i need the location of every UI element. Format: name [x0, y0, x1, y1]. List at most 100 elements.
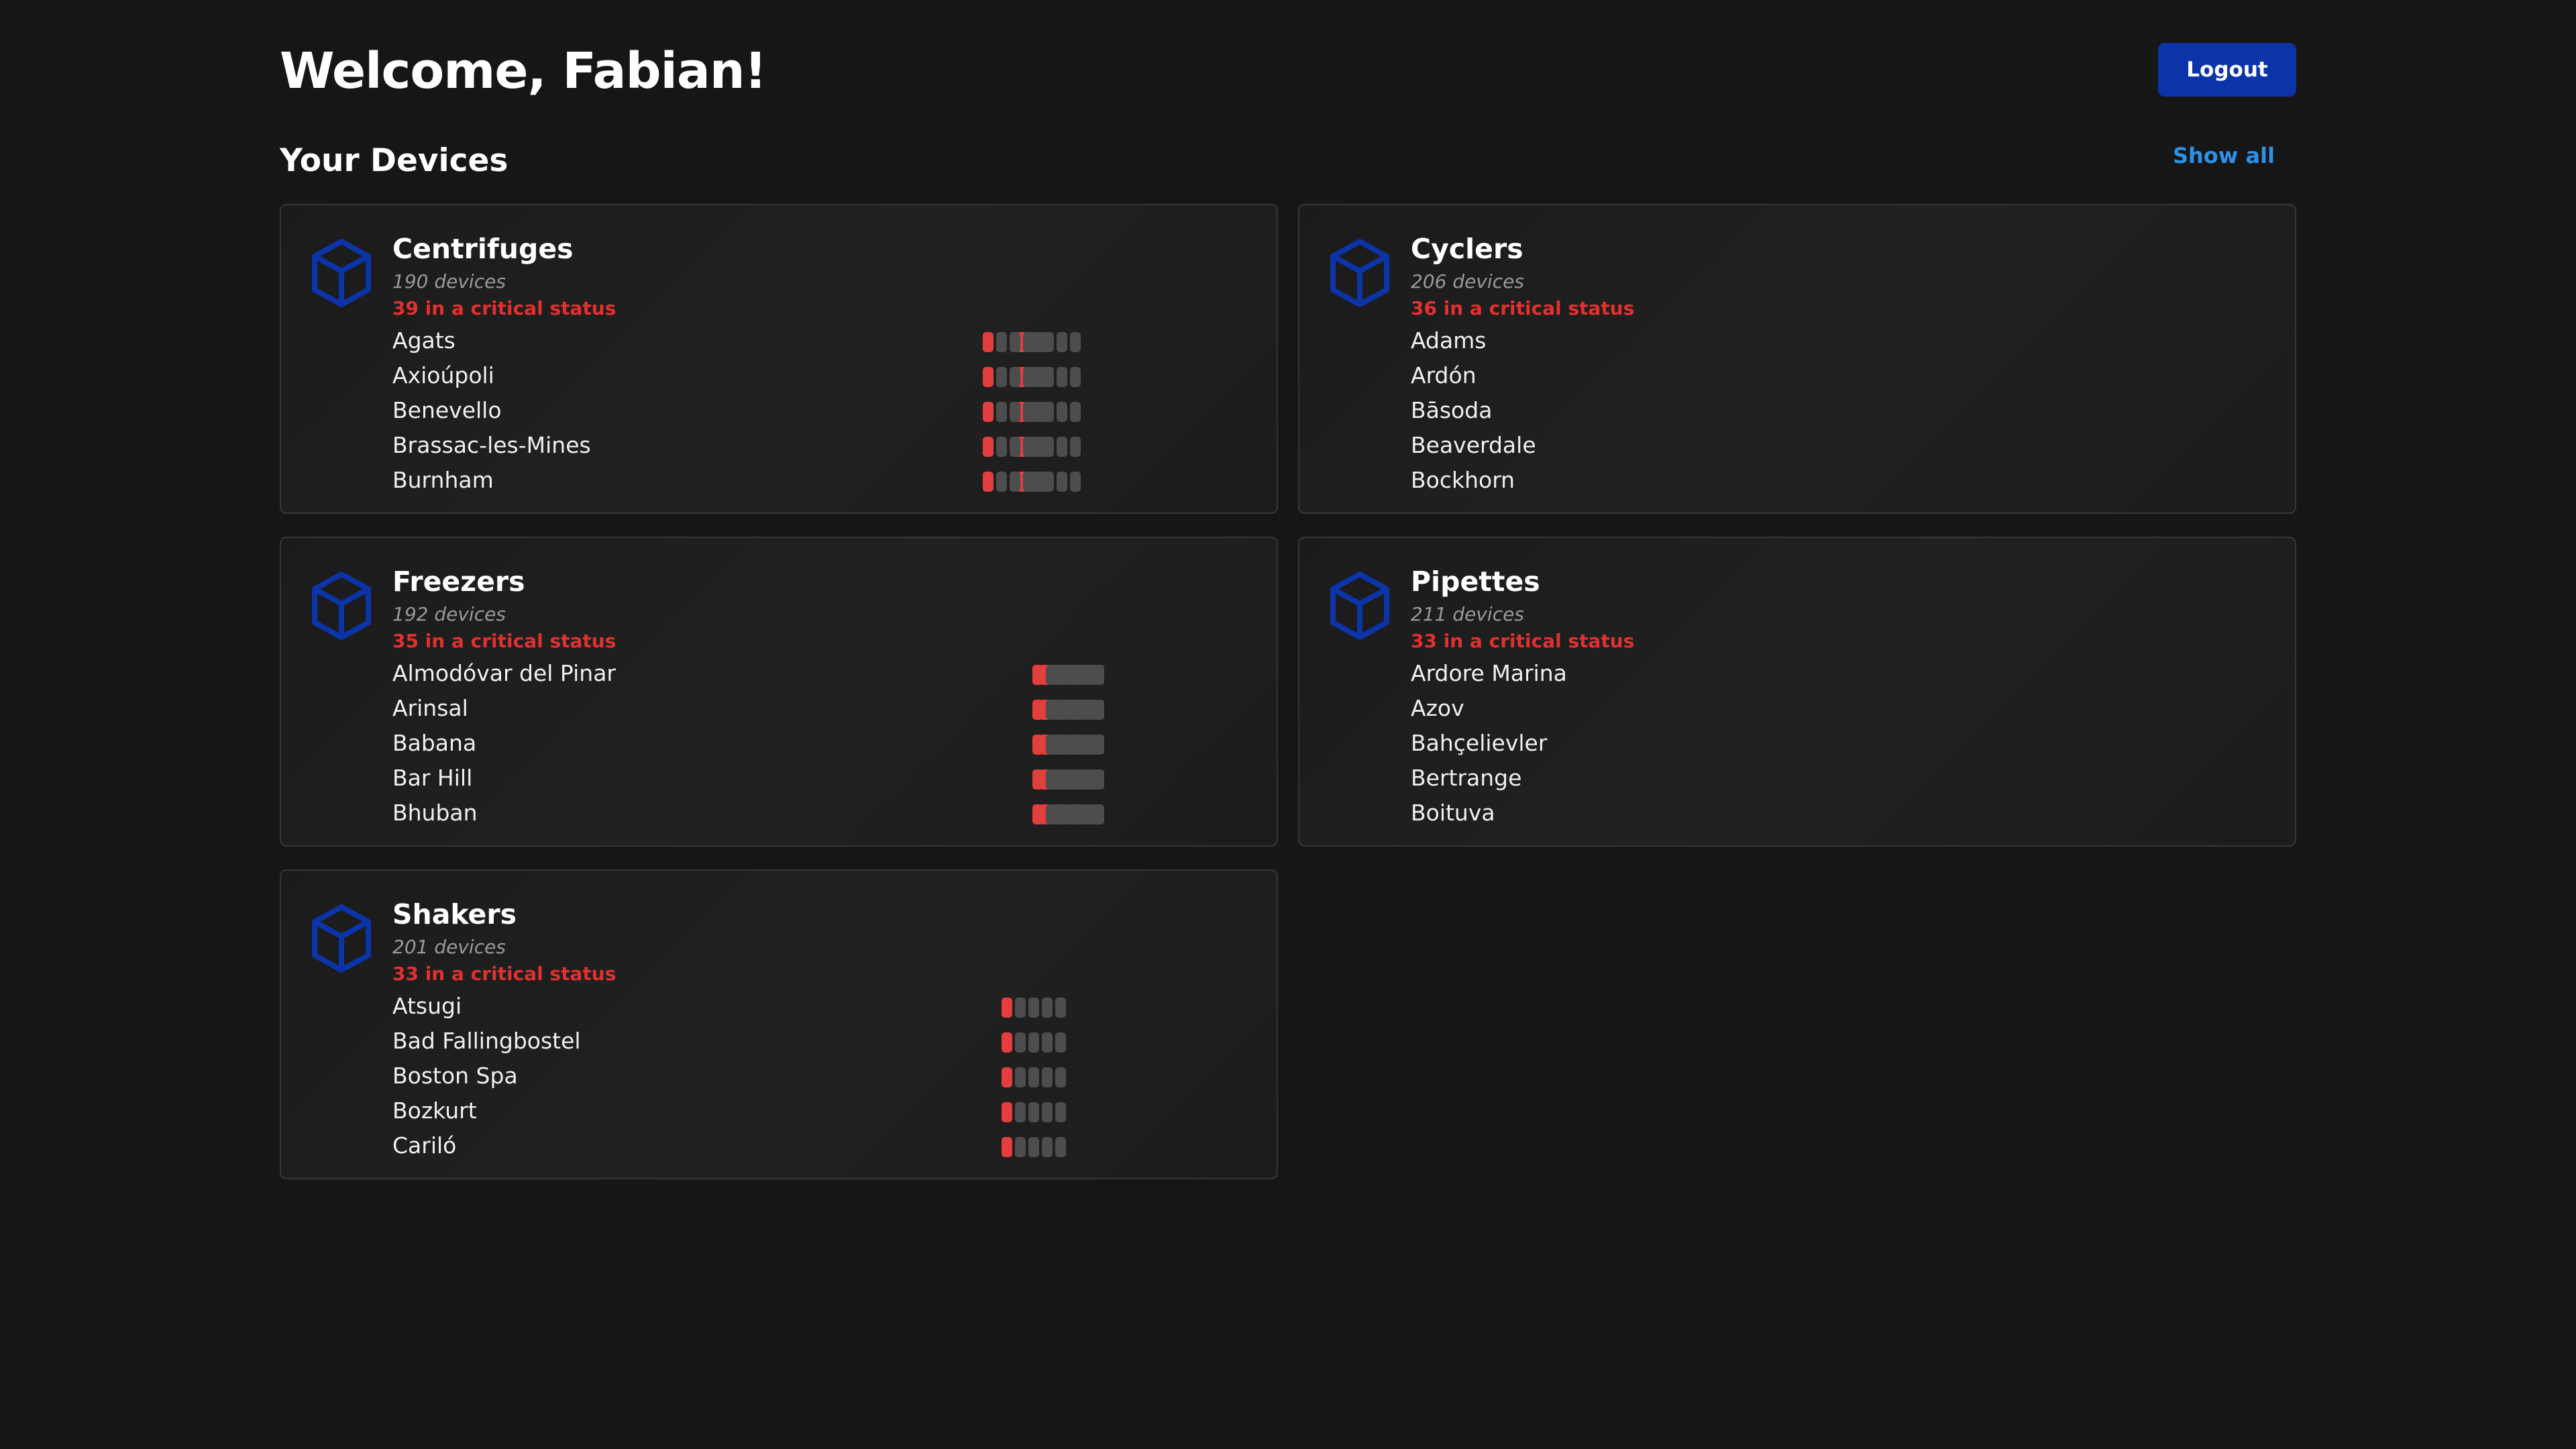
critical-count: 36 in a critical status [1411, 297, 1635, 319]
card-title: Centrifuges [392, 233, 574, 265]
device-row[interactable]: Babana [392, 726, 1250, 761]
status-segment-inactive [1010, 472, 1020, 492]
cube-icon [312, 904, 371, 973]
device-row[interactable]: Bad Fallingbostel [392, 1024, 1250, 1059]
device-row[interactable]: Brassac-les-Mines [392, 428, 1250, 463]
status-segment-inactive [1028, 1137, 1039, 1157]
status-segment-inactive [1070, 402, 1081, 422]
card-body: Shakers 201 devices 33 in a critical sta… [392, 895, 1250, 1163]
device-row[interactable]: Atsugi [392, 989, 1250, 1024]
device-name: Bhuban [392, 800, 478, 826]
device-name: Bad Fallingbostel [392, 1028, 581, 1054]
device-row[interactable]: Agats [392, 323, 1250, 358]
status-segment-inactive [1046, 700, 1057, 720]
device-name: Beaverdale [1411, 432, 1536, 458]
device-card-centrifuges[interactable]: Centrifuges 190 devices 39 in a critical… [280, 204, 1278, 514]
device-name: Almodóvar del Pinar [392, 660, 616, 686]
device-row[interactable]: Bhuban [392, 796, 1250, 830]
status-segment-inactive [1010, 367, 1020, 387]
device-row[interactable]: Beaverdale [983, 428, 2268, 463]
device-name: Adams [1411, 327, 1487, 354]
device-card-cyclers[interactable]: Cyclers 206 devices 36 in a critical sta… [983, 204, 2296, 514]
device-row[interactable]: Azov [1032, 691, 2268, 726]
status-segment-inactive [1015, 1102, 1026, 1122]
device-count: 206 devices [1411, 270, 1524, 292]
device-row[interactable]: Adams [983, 323, 2268, 358]
status-segment-inactive [1028, 1067, 1039, 1087]
device-row[interactable]: Bahçelievler [1032, 726, 2268, 761]
device-name: Bahçelievler [1411, 730, 1548, 756]
device-row[interactable]: Benevello [392, 393, 1250, 428]
status-segment-inactive [996, 437, 1007, 457]
status-segment-active [983, 402, 994, 422]
status-segment-active [1032, 769, 1043, 790]
device-row[interactable]: Bar Hill [392, 761, 1250, 796]
logout-button[interactable]: Logout [2158, 43, 2296, 97]
status-segment-inactive [1057, 472, 1067, 492]
critical-count: 33 in a critical status [392, 963, 616, 985]
device-count: 201 devices [392, 936, 506, 958]
device-row[interactable]: Boituva [1032, 796, 2268, 830]
status-indicator [1032, 665, 1097, 685]
device-row[interactable]: Arinsal [392, 691, 1250, 726]
status-segment-inactive [1028, 1102, 1039, 1122]
status-segment-inactive [1070, 367, 1081, 387]
status-segment-inactive [1059, 735, 1070, 755]
show-all-link[interactable]: Show all [2173, 141, 2275, 170]
status-indicator [983, 472, 1047, 492]
device-row[interactable]: Ardore Marina [1032, 656, 2268, 691]
device-row[interactable]: Bockhorn [983, 463, 2268, 498]
device-row[interactable]: Ardón [983, 358, 2268, 393]
status-segment-inactive [1055, 1137, 1066, 1157]
status-segment-inactive [1023, 367, 1034, 387]
status-indicator [1032, 700, 1097, 720]
device-card-pipettes[interactable]: Pipettes 211 devices 33 in a critical st… [1032, 537, 2296, 847]
status-segment-inactive [1028, 1032, 1039, 1053]
critical-count: 35 in a critical status [392, 630, 616, 652]
device-name: Brassac-les-Mines [392, 432, 591, 458]
device-row[interactable]: Boston Spa [392, 1059, 1250, 1093]
device-name: Burnham [392, 467, 494, 493]
status-segment-active [1032, 700, 1043, 720]
status-segment-inactive [1070, 332, 1081, 352]
status-segment-inactive [1028, 998, 1039, 1018]
device-row[interactable]: Bozkurt [392, 1093, 1250, 1128]
status-segment-inactive [1057, 402, 1067, 422]
card-title: Pipettes [1411, 566, 1540, 598]
device-card-shakers[interactable]: Shakers 201 devices 33 in a critical sta… [280, 869, 1278, 1179]
status-segment-active [983, 472, 994, 492]
status-indicator [983, 367, 1047, 387]
status-segment-inactive [1070, 472, 1081, 492]
status-segment-inactive [1015, 1032, 1026, 1053]
status-segment-active [1002, 1032, 1012, 1053]
device-row[interactable]: Bertrange [1032, 761, 2268, 796]
card-body: Cyclers 206 devices 36 in a critical sta… [983, 229, 2268, 498]
cube-icon [312, 572, 371, 640]
status-segment-inactive [1015, 1137, 1026, 1157]
status-indicator [983, 332, 1047, 352]
status-segment-inactive [1042, 998, 1053, 1018]
status-segment-inactive [1086, 735, 1097, 755]
status-indicator [1002, 1032, 1066, 1053]
status-segment-inactive [1086, 700, 1097, 720]
status-segment-inactive [1073, 769, 1083, 790]
status-segment-inactive [1086, 804, 1097, 824]
status-segment-inactive [1036, 367, 1047, 387]
device-card-freezers[interactable]: Freezers 192 devices 35 in a critical st… [280, 537, 1278, 847]
status-segment-inactive [996, 402, 1007, 422]
status-segment-active [983, 367, 994, 387]
card-body: Freezers 192 devices 35 in a critical st… [392, 562, 1250, 830]
status-indicator [1032, 769, 1097, 790]
device-name: Atsugi [392, 993, 462, 1019]
device-name: Arinsal [392, 695, 468, 721]
device-row[interactable]: Axioúpoli [392, 358, 1250, 393]
status-indicator [1002, 1067, 1066, 1087]
device-row[interactable]: Bāsoda [983, 393, 2268, 428]
status-segment-inactive [1059, 665, 1070, 685]
device-row[interactable]: Almodóvar del Pinar [392, 656, 1250, 691]
status-segment-inactive [1059, 700, 1070, 720]
status-segment-inactive [1055, 998, 1066, 1018]
device-row[interactable]: Cariló [392, 1128, 1250, 1163]
device-row[interactable]: Burnham [392, 463, 1250, 498]
card-title: Shakers [392, 898, 517, 930]
